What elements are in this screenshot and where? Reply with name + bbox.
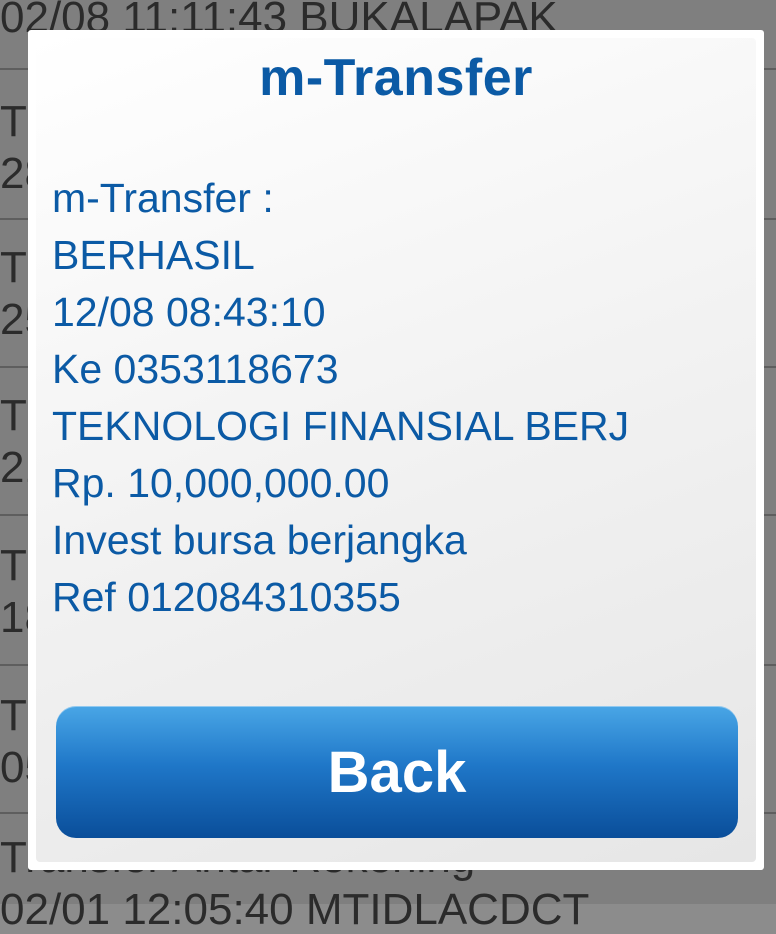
back-button[interactable]: Back: [56, 706, 738, 838]
list-item-line: 02/01 12:05:40 MTIDLACDCT: [0, 885, 590, 934]
reference-number: Ref 012084310355: [52, 574, 401, 620]
dialog-body: m-Transfer m-Transfer : BERHASIL 12/08 0…: [36, 38, 756, 862]
dialog-title: m-Transfer: [259, 49, 533, 107]
recipient-name: TEKNOLOGI FINANSIAL BERJ: [52, 403, 630, 449]
transfer-result-dialog: m-Transfer m-Transfer : BERHASIL 12/08 0…: [28, 30, 764, 870]
transfer-message: m-Transfer : BERHASIL 12/08 08:43:10 Ke …: [52, 170, 629, 626]
transfer-amount: Rp. 10,000,000.00: [52, 460, 390, 506]
transfer-status: BERHASIL: [52, 232, 255, 278]
destination-account: Ke 0353118673: [52, 346, 339, 392]
transfer-note: Invest bursa berjangka: [52, 517, 467, 563]
transfer-datetime: 12/08 08:43:10: [52, 289, 326, 335]
message-header: m-Transfer :: [52, 175, 274, 221]
